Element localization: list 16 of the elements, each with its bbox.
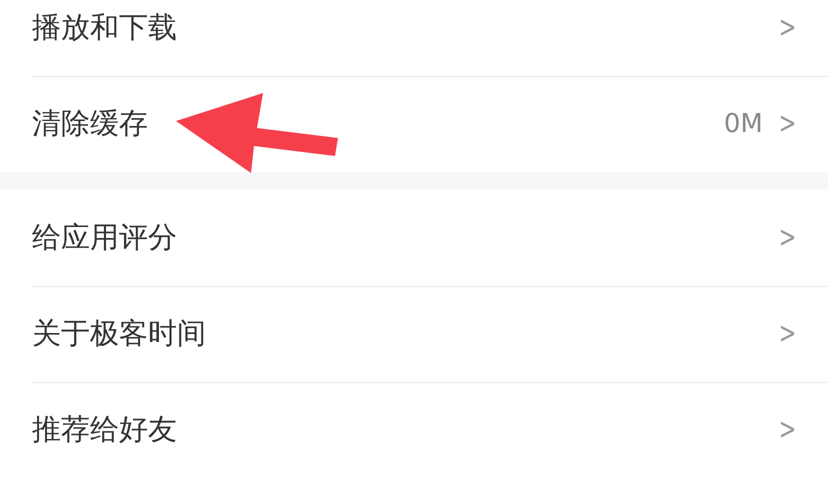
- settings-row[interactable]: 给应用评分 >: [0, 190, 828, 286]
- settings-row[interactable]: 播放和下载 >: [0, 0, 828, 76]
- settings-row[interactable]: 关于极客时间 >: [0, 286, 828, 382]
- settings-row[interactable]: 推荐给好友 >: [0, 382, 828, 478]
- chevron-icon: >: [778, 415, 796, 445]
- row-label: 推荐给好友: [32, 411, 177, 448]
- row-label: 给应用评分: [32, 219, 177, 256]
- cache-size: 0M: [724, 108, 763, 140]
- row-label: 播放和下载: [32, 9, 177, 46]
- chevron-icon: >: [778, 13, 796, 43]
- chevron-icon: >: [778, 319, 796, 349]
- row-label: 清除缓存: [32, 105, 148, 142]
- settings-row[interactable]: 清除缓存 0M >: [0, 76, 828, 172]
- chevron-icon: >: [778, 109, 796, 139]
- row-label: 关于极客时间: [32, 315, 206, 352]
- chevron-icon: >: [778, 223, 796, 253]
